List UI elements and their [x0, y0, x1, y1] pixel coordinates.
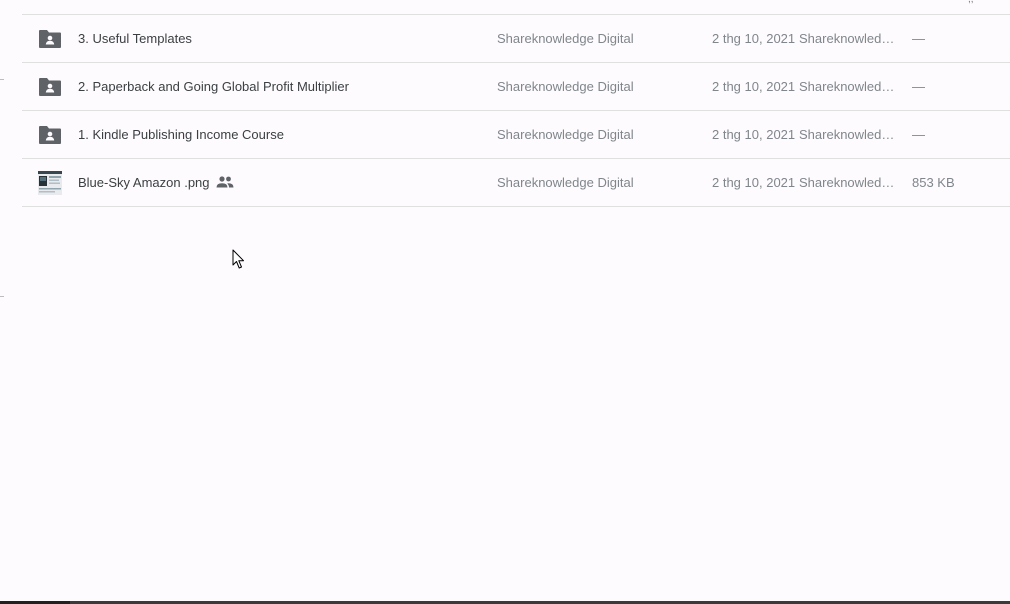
- file-modified-date: 2 thg 10, 2021: [712, 175, 796, 190]
- file-row-useful-templates[interactable]: 3. Useful Templates Shareknowledge Digit…: [22, 15, 1010, 63]
- file-modified-by: Shareknowledg…: [799, 175, 898, 190]
- left-panel-edge: [0, 296, 4, 297]
- file-owner: Shareknowledge Digital: [497, 79, 634, 94]
- file-modified-date: 2 thg 10, 2021: [712, 127, 796, 142]
- header-sort-indicator: ,,: [968, 0, 974, 5]
- file-row-paperback-profit-multiplier[interactable]: 2. Paperback and Going Global Profit Mul…: [22, 63, 1010, 111]
- file-name[interactable]: 2. Paperback and Going Global Profit Mul…: [78, 79, 349, 94]
- drive-file-list-page: ,, 3. Useful Templates Shareknowledge Di…: [0, 0, 1010, 604]
- file-owner: Shareknowledge Digital: [497, 127, 634, 142]
- file-modified-date: 2 thg 10, 2021: [712, 31, 796, 46]
- file-size: 853 KB: [912, 175, 955, 190]
- left-panel-edge: [0, 79, 4, 80]
- file-row-blue-sky-amazon-png[interactable]: Blue-Sky Amazon .png Shareknowledge Digi…: [22, 159, 1010, 207]
- file-name[interactable]: 3. Useful Templates: [78, 31, 192, 46]
- file-size: —: [912, 79, 925, 94]
- file-owner: Shareknowledge Digital: [497, 175, 634, 190]
- image-thumbnail-icon: [38, 171, 62, 195]
- mouse-pointer-icon: [232, 249, 244, 269]
- file-name[interactable]: Blue-Sky Amazon .png: [78, 175, 210, 190]
- file-row-kindle-publishing-course[interactable]: 1. Kindle Publishing Income Course Share…: [22, 111, 1010, 159]
- shared-folder-icon: [39, 30, 61, 48]
- file-modified-by: Shareknowledg…: [799, 79, 898, 94]
- file-modified-date: 2 thg 10, 2021: [712, 79, 796, 94]
- file-modified-by: Shareknowledg…: [799, 127, 898, 142]
- shared-folder-icon: [39, 78, 61, 96]
- file-size: —: [912, 31, 925, 46]
- file-name[interactable]: 1. Kindle Publishing Income Course: [78, 127, 284, 142]
- file-owner: Shareknowledge Digital: [497, 31, 634, 46]
- shared-folder-icon: [39, 126, 61, 144]
- people-icon: [216, 176, 234, 188]
- file-modified-by: Shareknowledg…: [799, 31, 898, 46]
- file-size: —: [912, 127, 925, 142]
- file-list: 3. Useful Templates Shareknowledge Digit…: [22, 15, 1010, 207]
